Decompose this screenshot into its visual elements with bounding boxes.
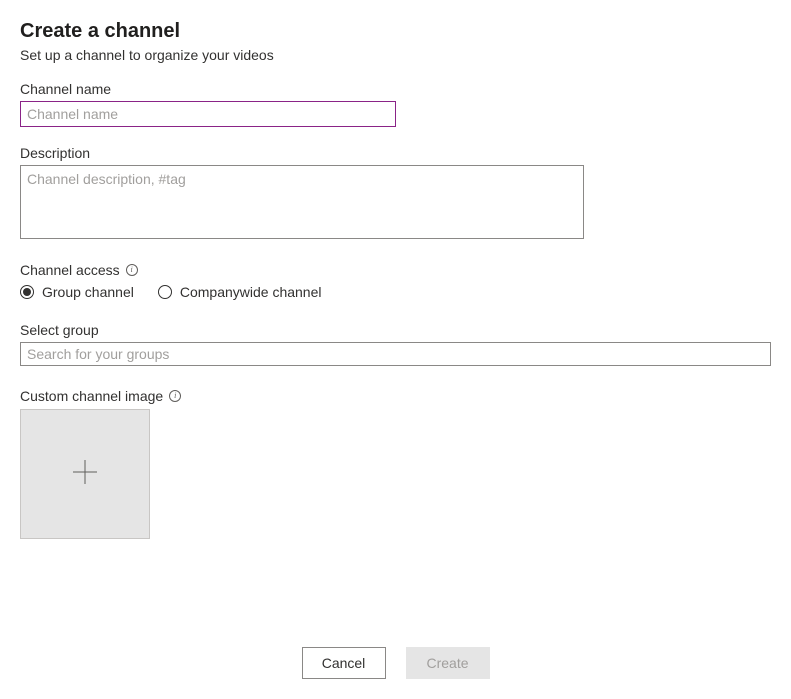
select-group-label: Select group xyxy=(20,322,771,338)
page-subtitle: Set up a channel to organize your videos xyxy=(20,47,771,63)
custom-image-label: Custom channel image xyxy=(20,388,163,404)
channel-name-input[interactable] xyxy=(20,101,396,127)
info-icon[interactable]: i xyxy=(126,264,138,276)
channel-name-label: Channel name xyxy=(20,81,771,97)
button-row: Cancel Create xyxy=(0,647,791,679)
radio-circle-icon xyxy=(20,285,34,299)
info-icon[interactable]: i xyxy=(169,390,181,402)
channel-access-label: Channel access xyxy=(20,262,120,278)
radio-circle-icon xyxy=(158,285,172,299)
channel-access-radio-group: Group channel Companywide channel xyxy=(20,284,771,300)
radio-companywide-label: Companywide channel xyxy=(180,284,322,300)
create-button[interactable]: Create xyxy=(406,647,490,679)
description-textarea[interactable] xyxy=(20,165,584,239)
description-label: Description xyxy=(20,145,771,161)
select-group-input[interactable] xyxy=(20,342,771,366)
radio-group-channel[interactable]: Group channel xyxy=(20,284,134,300)
page-title: Create a channel xyxy=(20,20,771,43)
cancel-button[interactable]: Cancel xyxy=(302,647,386,679)
plus-icon xyxy=(71,458,99,491)
custom-image-upload[interactable] xyxy=(20,409,150,539)
radio-group-label: Group channel xyxy=(42,284,134,300)
radio-companywide-channel[interactable]: Companywide channel xyxy=(158,284,322,300)
